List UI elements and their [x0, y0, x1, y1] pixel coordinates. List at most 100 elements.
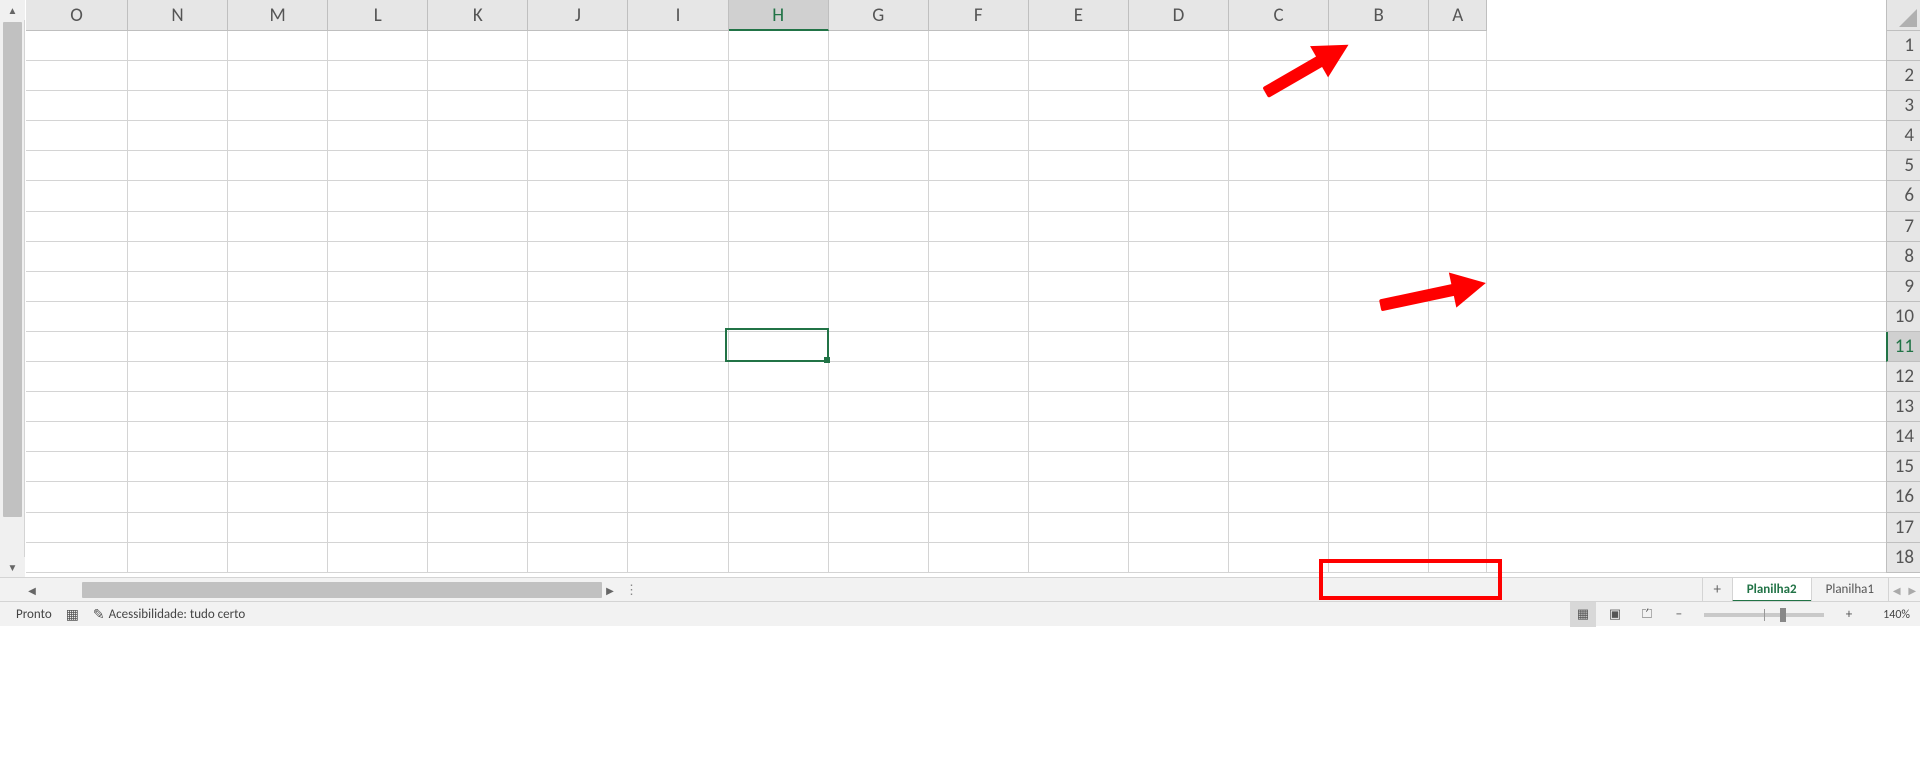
cell-H7[interactable] [729, 212, 829, 242]
cell-E9[interactable] [1029, 272, 1129, 302]
cell-C11[interactable] [1229, 332, 1329, 362]
cell-M11[interactable] [228, 332, 328, 362]
cell-G18[interactable] [829, 543, 929, 573]
column-header-N[interactable]: N [128, 0, 228, 31]
row-header-17[interactable]: 17 [1886, 513, 1920, 543]
cell-E3[interactable] [1029, 91, 1129, 121]
cell-M12[interactable] [228, 362, 328, 392]
cell-N10[interactable] [128, 302, 228, 332]
cell-M3[interactable] [228, 91, 328, 121]
row-header-1[interactable]: 1 [1886, 31, 1920, 61]
cell-J13[interactable] [528, 392, 628, 422]
cell-H4[interactable] [729, 121, 829, 151]
sheet-tab-planilha1[interactable]: Planilha1 [1811, 578, 1888, 602]
horizontal-scroll-track[interactable] [44, 581, 598, 599]
column-header-O[interactable]: O [26, 0, 128, 31]
cell-E8[interactable] [1029, 242, 1129, 272]
cell-O10[interactable] [26, 302, 128, 332]
cell-M17[interactable] [228, 513, 328, 543]
cell-D2[interactable] [1129, 61, 1229, 91]
cell-H5[interactable] [729, 151, 829, 181]
cell-C15[interactable] [1229, 452, 1329, 482]
cell-H9[interactable] [729, 272, 829, 302]
column-header-F[interactable]: F [929, 0, 1029, 31]
cell-B6[interactable] [1329, 181, 1429, 211]
cell-F6[interactable] [929, 181, 1029, 211]
cell-K5[interactable] [428, 151, 528, 181]
row-header-8[interactable]: 8 [1886, 242, 1920, 272]
cell-O18[interactable] [26, 543, 128, 573]
cell-M4[interactable] [228, 121, 328, 151]
column-header-H[interactable]: H [729, 0, 829, 31]
cell-O17[interactable] [26, 513, 128, 543]
cell-G2[interactable] [829, 61, 929, 91]
zoom-slider[interactable] [1704, 613, 1824, 617]
cell-O11[interactable] [26, 332, 128, 362]
row-header-14[interactable]: 14 [1886, 422, 1920, 452]
cell-F17[interactable] [929, 513, 1029, 543]
column-header-B[interactable]: B [1329, 0, 1429, 31]
cell-O12[interactable] [26, 362, 128, 392]
cell-G10[interactable] [829, 302, 929, 332]
cell-L11[interactable] [328, 332, 428, 362]
view-page-layout-button[interactable]: ▣ [1602, 602, 1628, 627]
cell-O6[interactable] [26, 181, 128, 211]
cell-J15[interactable] [528, 452, 628, 482]
cell-M2[interactable] [228, 61, 328, 91]
cell-K16[interactable] [428, 482, 528, 512]
cell-G11[interactable] [829, 332, 929, 362]
cell-B17[interactable] [1329, 513, 1429, 543]
column-header-K[interactable]: K [428, 0, 528, 31]
row-header-15[interactable]: 15 [1886, 452, 1920, 482]
cell-H18[interactable] [729, 543, 829, 573]
zoom-slider-handle[interactable] [1780, 608, 1786, 622]
cell-I2[interactable] [628, 61, 728, 91]
cell-N14[interactable] [128, 422, 228, 452]
cell-N17[interactable] [128, 513, 228, 543]
cell-H3[interactable] [729, 91, 829, 121]
cell-K6[interactable] [428, 181, 528, 211]
cell-H16[interactable] [729, 482, 829, 512]
cell-M7[interactable] [228, 212, 328, 242]
cell-E2[interactable] [1029, 61, 1129, 91]
cell-A5[interactable] [1429, 151, 1487, 181]
cell-C5[interactable] [1229, 151, 1329, 181]
cell-J17[interactable] [528, 513, 628, 543]
cell-I17[interactable] [628, 513, 728, 543]
cell-I18[interactable] [628, 543, 728, 573]
row-header-2[interactable]: 2 [1886, 61, 1920, 91]
cell-E6[interactable] [1029, 181, 1129, 211]
cell-G5[interactable] [829, 151, 929, 181]
row-header-3[interactable]: 3 [1886, 91, 1920, 121]
cell-K10[interactable] [428, 302, 528, 332]
cell-M8[interactable] [228, 242, 328, 272]
cell-E17[interactable] [1029, 513, 1129, 543]
column-header-A[interactable]: A [1429, 0, 1487, 31]
cell-J10[interactable] [528, 302, 628, 332]
cell-L1[interactable] [328, 31, 428, 61]
cell-H15[interactable] [729, 452, 829, 482]
vertical-scrollbar[interactable]: ▲ ▼ [0, 0, 25, 577]
cell-F10[interactable] [929, 302, 1029, 332]
column-header-E[interactable]: E [1029, 0, 1129, 31]
cell-K2[interactable] [428, 61, 528, 91]
cell-L8[interactable] [328, 242, 428, 272]
cell-B1[interactable] [1329, 31, 1429, 61]
cell-L17[interactable] [328, 513, 428, 543]
cell-N3[interactable] [128, 91, 228, 121]
cell-K12[interactable] [428, 362, 528, 392]
cell-B10[interactable] [1329, 302, 1429, 332]
cell-O9[interactable] [26, 272, 128, 302]
cell-B7[interactable] [1329, 212, 1429, 242]
cell-E15[interactable] [1029, 452, 1129, 482]
cell-N11[interactable] [128, 332, 228, 362]
cell-F18[interactable] [929, 543, 1029, 573]
row-header-18[interactable]: 18 [1886, 543, 1920, 573]
column-header-D[interactable]: D [1129, 0, 1229, 31]
cell-B9[interactable] [1329, 272, 1429, 302]
cell-D1[interactable] [1129, 31, 1229, 61]
cell-D7[interactable] [1129, 212, 1229, 242]
cell-B4[interactable] [1329, 121, 1429, 151]
cell-K13[interactable] [428, 392, 528, 422]
cell-H10[interactable] [729, 302, 829, 332]
